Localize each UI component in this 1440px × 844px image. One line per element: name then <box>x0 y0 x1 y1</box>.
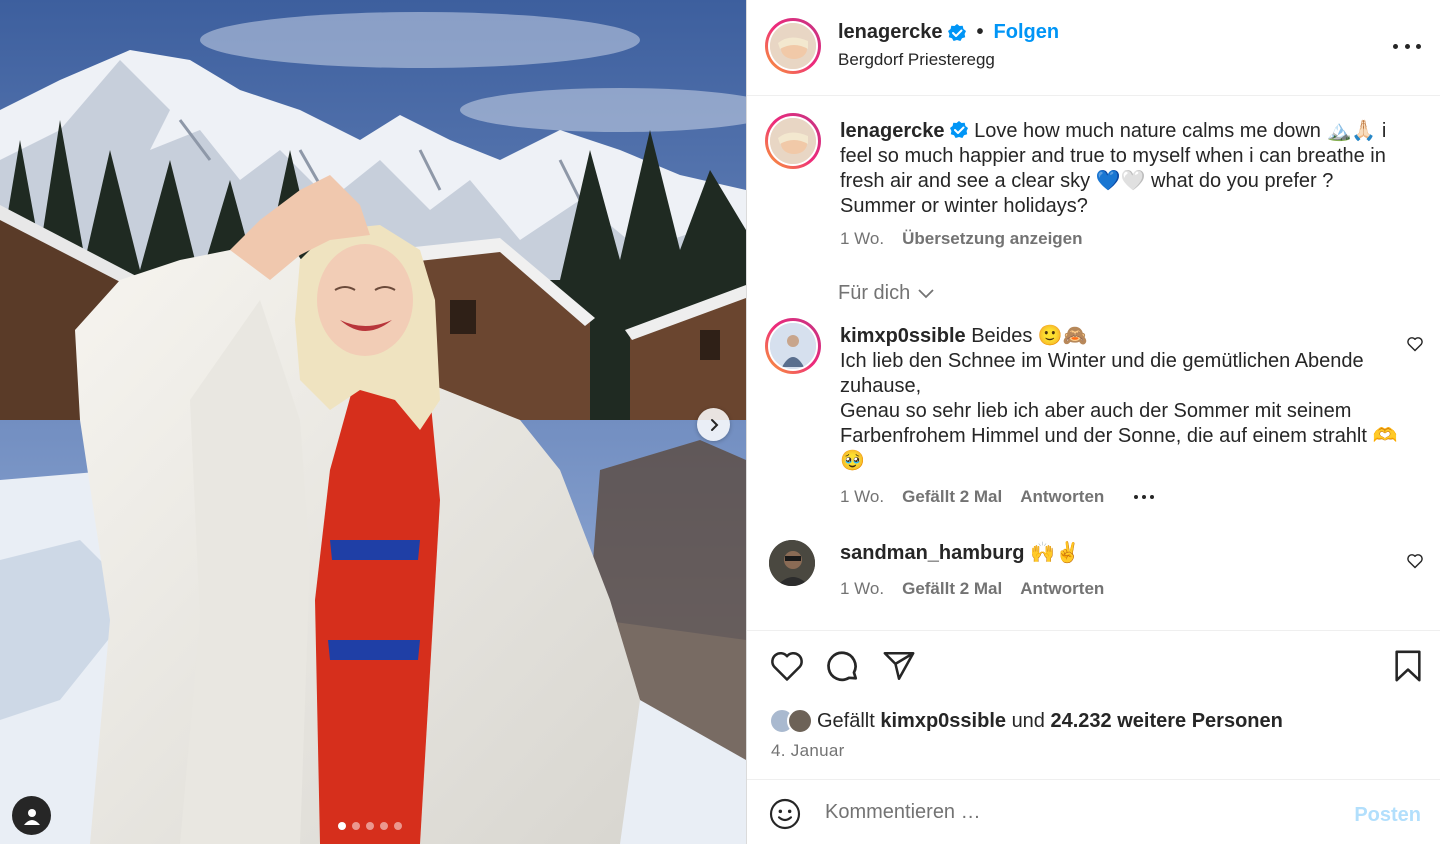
verified-icon <box>949 121 968 138</box>
post-media <box>0 0 746 844</box>
likes-connector: und <box>1011 709 1045 732</box>
like-comment-button[interactable] <box>1406 336 1424 357</box>
author-line: lenagercke • Folgen <box>838 21 1059 44</box>
comment-likes[interactable]: Gefällt 2 Mal <box>902 487 1002 507</box>
comment-body-line: Genau so sehr lieb ich aber auch der Som… <box>840 400 1398 472</box>
save-button[interactable] <box>1393 649 1423 688</box>
likes-summary: Gefällt kimxp0ssible und 24.232 weitere … <box>769 708 1283 734</box>
share-icon <box>883 651 915 681</box>
commenter-avatar[interactable] <box>769 540 815 586</box>
post-photo <box>0 0 746 844</box>
post-actions: Gefällt kimxp0ssible und 24.232 weitere … <box>747 630 1440 780</box>
likers-avatars[interactable] <box>769 708 813 734</box>
comment-body: Beides 🙂🙈 <box>971 325 1088 347</box>
commenter-avatar[interactable] <box>765 318 821 374</box>
comment-meta: 1 Wo. Gefällt 2 Mal Antworten <box>840 487 1155 507</box>
carousel-indicator <box>338 822 402 830</box>
post-comment-button[interactable]: Posten <box>1354 804 1421 827</box>
more-options-button[interactable] <box>1393 36 1421 56</box>
author-avatar[interactable] <box>765 18 821 74</box>
carousel-dot <box>352 822 360 830</box>
reply-button[interactable]: Antworten <box>1020 579 1104 599</box>
comment-username[interactable]: kimxp0ssible <box>840 325 966 347</box>
comment-body-line: Ich lieb den Schnee im Winter und die ge… <box>840 350 1364 397</box>
comments-filter-dropdown[interactable]: Für dich <box>838 282 934 305</box>
translate-button[interactable]: Übersetzung anzeigen <box>902 229 1082 249</box>
tagged-people-button[interactable] <box>12 796 51 835</box>
caption-avatar-image <box>770 118 816 164</box>
caption-meta: 1 Wo. Übersetzung anzeigen <box>840 229 1083 249</box>
heart-icon <box>1407 337 1423 352</box>
heart-icon <box>771 651 803 681</box>
more-icon <box>1393 43 1398 49</box>
like-button[interactable] <box>769 649 805 688</box>
caption-author-avatar[interactable] <box>765 113 821 169</box>
comment-text: sandman_hamburg 🙌✌️ <box>840 541 1400 566</box>
comment-button[interactable] <box>825 649 861 690</box>
comment-likes[interactable]: Gefällt 2 Mal <box>902 579 1002 599</box>
commenter-avatar-image <box>769 540 815 586</box>
emoji-icon <box>769 798 801 830</box>
comment-username[interactable]: sandman_hamburg <box>840 542 1024 564</box>
reply-button[interactable]: Antworten <box>1020 487 1104 507</box>
likes-user[interactable]: kimxp0ssible <box>880 710 1006 733</box>
comment-icon <box>827 651 858 682</box>
comment-time[interactable]: 1 Wo. <box>840 579 884 599</box>
comment-time[interactable]: 1 Wo. <box>840 487 884 507</box>
comment-input[interactable] <box>825 798 1325 826</box>
share-button[interactable] <box>881 649 917 688</box>
next-slide-button[interactable] <box>697 408 730 441</box>
comment-body: 🙌✌️ <box>1030 542 1080 564</box>
carousel-dot <box>338 822 346 830</box>
heart-icon <box>1407 554 1423 569</box>
caption-time[interactable]: 1 Wo. <box>840 229 884 249</box>
caption-username[interactable]: lenagercke <box>840 120 945 142</box>
tag-person-icon <box>23 808 40 825</box>
chevron-down-icon <box>918 288 934 298</box>
comment-options-button[interactable] <box>1134 495 1155 499</box>
like-comment-button[interactable] <box>1406 553 1424 574</box>
author-username[interactable]: lenagercke <box>838 21 943 44</box>
post-caption: lenagercke Love how much nature calms me… <box>840 119 1410 219</box>
carousel-dot <box>380 822 388 830</box>
follow-button[interactable]: Folgen <box>994 21 1060 44</box>
verified-icon <box>947 23 966 41</box>
comment-text: kimxp0ssible Beides 🙂🙈 Ich lieb den Schn… <box>840 324 1400 474</box>
next-arrow-icon <box>710 418 718 431</box>
commenter-avatar-image <box>770 323 816 369</box>
comments-filter-label: Für dich <box>838 282 911 304</box>
comment-meta: 1 Wo. Gefällt 2 Mal Antworten <box>840 579 1104 599</box>
emoji-button[interactable] <box>769 798 801 835</box>
bookmark-icon <box>1395 650 1421 682</box>
more-icon <box>1134 495 1139 499</box>
post-date[interactable]: 4. Januar <box>771 741 845 761</box>
add-comment-bar: Posten <box>747 779 1440 844</box>
author-avatar-image <box>770 23 816 69</box>
post-header: lenagercke • Folgen Bergdorf Priesteregg <box>747 0 1440 96</box>
post-details-panel: lenagercke • Folgen Bergdorf Priesteregg… <box>746 0 1440 844</box>
likes-count[interactable]: 24.232 weitere Personen <box>1051 710 1283 733</box>
header-separator: • <box>976 21 984 43</box>
carousel-dot <box>366 822 374 830</box>
carousel-dot <box>394 822 402 830</box>
post-location[interactable]: Bergdorf Priesteregg <box>838 50 995 70</box>
likes-prefix: Gefällt <box>817 709 875 732</box>
liker-avatar <box>787 708 813 734</box>
